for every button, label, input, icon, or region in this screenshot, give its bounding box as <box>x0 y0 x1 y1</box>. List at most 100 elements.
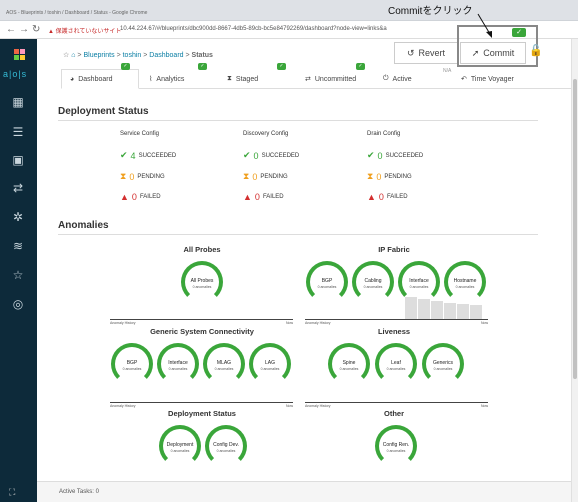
url-field[interactable]: 10.44.224.67/#/blueprints/dbc900dd-8667-… <box>120 26 387 32</box>
history-bar <box>470 305 482 319</box>
group-title: Other <box>383 409 404 418</box>
check-icon: ✔ <box>120 150 128 160</box>
star-icon[interactable]: ☆ <box>63 52 69 59</box>
breadcrumb-blueprint[interactable]: toshin <box>123 52 142 59</box>
check-badge-icon: ✓ <box>512 28 526 37</box>
home-icon[interactable]: ⌂ <box>71 52 75 59</box>
anomaly-gauge[interactable]: BGP 0 anomalies <box>306 261 348 303</box>
service-failed[interactable]: ▲ 0 FAILED <box>120 192 161 202</box>
tab-status-badge: ✓ <box>198 63 207 70</box>
drain-pending[interactable]: ⧗ 0 PENDING <box>367 171 412 182</box>
breadcrumb: ☆ ⌂ > Blueprints > toshin > Dashboard > … <box>63 52 213 59</box>
hourglass-icon: ⧗ <box>367 171 374 181</box>
hourglass-icon: ⧗ <box>120 171 127 181</box>
anomaly-gauge[interactable]: Leaf 0 anomalies <box>375 343 417 385</box>
swap-icon: ⇄ <box>305 76 311 83</box>
anomaly-history-axis: Anomaly History Now <box>110 319 293 325</box>
group-title: IP Fabric <box>378 245 410 254</box>
service-succeeded[interactable]: ✔ 4 SUCCEEDED <box>120 150 176 161</box>
brand-text: a|o|s <box>3 69 28 79</box>
external-systems-icon[interactable]: ✲ <box>10 210 26 224</box>
anomaly-history-axis: Anomaly History Now <box>305 319 488 325</box>
history-bar <box>444 303 456 319</box>
chart-icon: ⌇ <box>149 76 153 83</box>
check-icon: ✔ <box>367 150 375 160</box>
expand-icon[interactable]: ⛶ <box>9 487 15 498</box>
reload-icon[interactable]: ↻ <box>32 24 40 36</box>
resources-icon[interactable]: ⇄ <box>10 181 26 195</box>
tab-bar: ◕ Dashboard ✓ ⌇ Analytics ✓ ⧗ Staged ✓ ⇄ Unc… <box>61 63 571 89</box>
anomaly-gauge[interactable]: Deployment 0 anomalies <box>159 425 201 467</box>
divider <box>58 234 538 235</box>
scrollbar-thumb[interactable] <box>573 79 577 379</box>
blueprints-icon[interactable]: ▦ <box>10 95 26 109</box>
deployment-status-heading: Deployment Status <box>58 106 149 117</box>
main-content: ☆ ⌂ > Blueprints > toshin > Dashboard > … <box>37 25 571 502</box>
active-tasks[interactable]: Active Tasks: 0 <box>59 489 99 495</box>
tab-active[interactable]: ⏻ Active <box>375 69 445 89</box>
warning-icon: ▲ <box>367 192 376 202</box>
history-icon: ↶ <box>461 76 467 83</box>
tab-status-badge: ✓ <box>121 63 130 70</box>
anomaly-gauge[interactable]: Config Dev. 0 anomalies <box>205 425 247 467</box>
anomaly-gauge[interactable]: All Probes 0 anomalies <box>181 261 223 303</box>
tab-dashboard[interactable]: ◕ Dashboard <box>61 69 139 89</box>
design-icon[interactable]: ▣ <box>10 153 26 167</box>
anomalies-heading: Anomalies <box>58 220 109 231</box>
breadcrumb-dashboard[interactable]: Dashboard <box>149 52 183 59</box>
tab-uncommitted[interactable]: ⇄ Uncommitted <box>297 69 373 89</box>
anomaly-gauge[interactable]: Config Ren. 0 anomalies <box>375 425 417 467</box>
anomaly-gauge[interactable]: MLAG 0 anomalies <box>203 343 245 385</box>
staged-icon: ⧗ <box>227 75 232 82</box>
discovery-config-title: Discovery Config <box>243 131 289 137</box>
group-title: Liveness <box>377 327 411 336</box>
security-warning[interactable]: ▲ 保護されていないサイト <box>48 26 121 35</box>
discovery-succeeded[interactable]: ✔ 0 SUCCEEDED <box>243 150 299 161</box>
drain-config-title: Drain Config <box>367 131 401 137</box>
hourglass-icon: ⧗ <box>243 171 250 181</box>
discovery-failed[interactable]: ▲ 0 FAILED <box>243 192 284 202</box>
discovery-pending[interactable]: ⧗ 0 PENDING <box>243 171 288 182</box>
divider <box>58 120 538 121</box>
history-bar <box>431 301 443 319</box>
favorites-icon[interactable]: ☆ <box>10 268 26 282</box>
power-icon: ⏻ <box>383 75 389 82</box>
tab-staged[interactable]: ⧗ Staged <box>219 69 295 89</box>
scrollbar[interactable] <box>571 39 578 502</box>
window-title: AOS - Blueprints / toshin / Dashboard / … <box>6 10 148 16</box>
breadcrumb-blueprints[interactable]: Blueprints <box>83 52 114 59</box>
sidebar: a|o|s ▦ ☰ ▣ ⇄ ✲ ≋ ☆ ◎ <box>0 39 37 502</box>
history-bar <box>405 297 417 319</box>
footer-bar: ⛶ Active Tasks: 0 <box>9 481 571 502</box>
layers-icon[interactable]: ≋ <box>10 239 26 253</box>
warning-icon: ▲ <box>243 192 252 202</box>
warning-icon: ▲ <box>120 192 129 202</box>
anomaly-gauge[interactable]: Interface 0 anomalies <box>157 343 199 385</box>
service-config-title: Service Config <box>120 131 160 137</box>
anomaly-gauge[interactable]: LAG 0 anomalies <box>249 343 291 385</box>
breadcrumb-current: Status <box>191 52 213 59</box>
lock-icon[interactable]: 🔓 <box>529 44 543 57</box>
group-title: Generic System Connectivity <box>150 327 254 336</box>
tab-time-voyager[interactable]: ↶ Time Voyager <box>453 69 533 89</box>
tab-status-badge: ✓ <box>356 63 365 70</box>
anomaly-history-bars <box>405 297 482 319</box>
forward-icon[interactable]: → <box>19 24 29 36</box>
group-title: Deployment Status <box>168 409 236 418</box>
service-pending[interactable]: ⧗ 0 PENDING <box>120 171 165 182</box>
user-icon[interactable]: ◎ <box>10 297 26 311</box>
tab-status-badge: ✓ <box>277 63 286 70</box>
anomaly-gauge[interactable]: Cabling 0 anomalies <box>352 261 394 303</box>
anomaly-gauge[interactable]: Spine 0 anomalies <box>328 343 370 385</box>
anomaly-gauge[interactable]: Generics 0 anomalies <box>422 343 464 385</box>
annotation-label: Commitをクリック <box>388 6 473 17</box>
history-bar <box>418 299 430 319</box>
drain-succeeded[interactable]: ✔ 0 SUCCEEDED <box>367 150 423 161</box>
anomaly-gauge[interactable]: BGP 0 anomalies <box>111 343 153 385</box>
revert-button[interactable]: ↺ Revert <box>394 42 458 64</box>
devices-icon[interactable]: ☰ <box>10 125 26 139</box>
drain-failed[interactable]: ▲ 0 FAILED <box>367 192 408 202</box>
check-icon: ✔ <box>243 150 251 160</box>
tab-analytics[interactable]: ⌇ Analytics <box>141 69 217 89</box>
back-icon[interactable]: ← <box>6 24 16 36</box>
